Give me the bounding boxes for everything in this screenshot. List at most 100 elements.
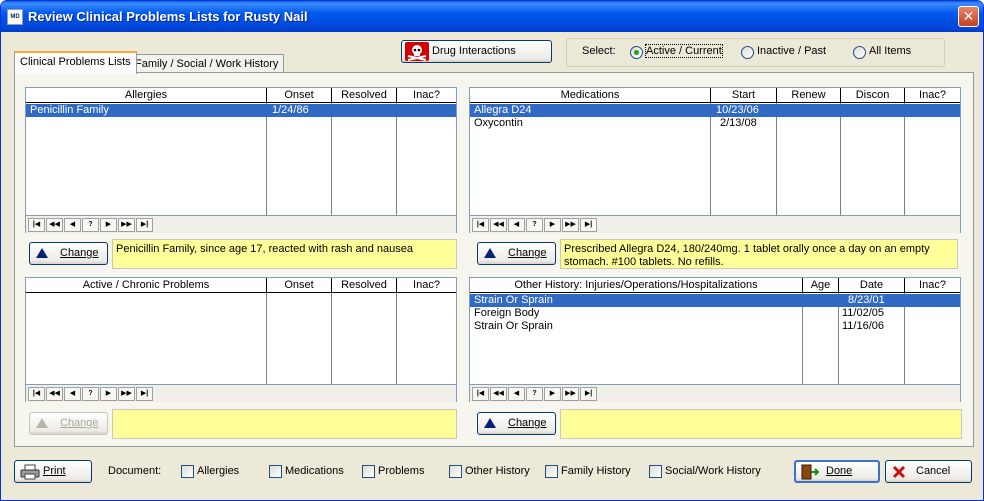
checkbox-problems-label[interactable]: Problems [378, 465, 424, 477]
first-record-icon[interactable]: |◀ [28, 387, 45, 401]
checkbox-family-history-label[interactable]: Family History [561, 465, 631, 477]
next-record-icon[interactable]: ▶ [100, 387, 117, 401]
prev-record-icon[interactable]: ◀ [64, 218, 81, 232]
column-header[interactable]: Inac? [905, 278, 960, 293]
column-header[interactable]: Allergies [26, 88, 267, 103]
table-row[interactable]: Foreign Body 11/02/05 [470, 307, 960, 320]
column-header[interactable]: Onset [267, 88, 332, 103]
change-label: Change [60, 247, 99, 259]
drug-interactions-button[interactable]: Drug Interactions [401, 40, 552, 63]
table-cell: Strain Or Sprain [474, 320, 553, 332]
table-row[interactable]: Oxycontin 2/13/08 [470, 117, 960, 130]
checkbox-medications[interactable] [269, 465, 282, 478]
last-record-icon[interactable]: ▶| [136, 387, 153, 401]
medications-change-button[interactable]: Change [477, 242, 556, 265]
history-grid[interactable]: Other History: Injuries/Operations/Hospi… [469, 277, 961, 402]
problems-header: Active / Chronic Problems Onset Resolved… [26, 278, 456, 293]
done-button[interactable]: Done [794, 460, 880, 483]
radio-active-current[interactable] [630, 46, 643, 59]
help-icon[interactable]: ? [82, 387, 99, 401]
table-row[interactable]: Allegra D24 10/23/06 [470, 104, 960, 117]
last-record-icon[interactable]: ▶| [580, 218, 597, 232]
radio-active-current-label[interactable]: Active / Current [645, 44, 723, 58]
column-header[interactable]: Age [803, 278, 839, 293]
checkbox-family-history[interactable] [545, 465, 558, 478]
column-header[interactable]: Medications [470, 88, 711, 103]
table-row[interactable]: Strain Or Sprain 8/23/01 [470, 294, 960, 307]
column-header[interactable]: Discon [841, 88, 905, 103]
next-page-icon[interactable]: ▶▶ [118, 218, 135, 232]
history-change-button[interactable]: Change [477, 412, 556, 435]
column-header[interactable]: Inac? [397, 88, 456, 103]
prev-page-icon[interactable]: ◀◀ [490, 218, 507, 232]
checkbox-allergies-label[interactable]: Allergies [197, 465, 239, 477]
prev-record-icon[interactable]: ◀ [508, 387, 525, 401]
allergies-grid[interactable]: Allergies Onset Resolved Inac? Penicilli… [25, 87, 457, 233]
document-label: Document: [108, 465, 162, 477]
checkbox-social-work-history-label[interactable]: Social/Work History [665, 465, 761, 477]
prev-page-icon[interactable]: ◀◀ [490, 387, 507, 401]
close-button[interactable]: ✕ [958, 6, 979, 27]
first-record-icon[interactable]: |◀ [28, 218, 45, 232]
column-header[interactable]: Inac? [905, 88, 960, 103]
medications-header: Medications Start Renew Discon Inac? [470, 88, 960, 103]
column-header[interactable]: Date [839, 278, 905, 293]
table-row[interactable]: Penicillin Family 1/24/86 [26, 104, 456, 117]
history-header: Other History: Injuries/Operations/Hospi… [470, 278, 960, 293]
allergies-note: Penicillin Family, since age 17, reacted… [112, 239, 457, 269]
checkbox-social-work-history[interactable] [649, 465, 662, 478]
next-record-icon[interactable]: ▶ [544, 387, 561, 401]
title-bar[interactable]: MD Review Clinical Problems Lists for Ru… [1, 1, 983, 32]
next-page-icon[interactable]: ▶▶ [562, 387, 579, 401]
help-icon[interactable]: ? [526, 218, 543, 232]
table-cell: 8/23/01 [848, 294, 885, 306]
checkbox-problems[interactable] [362, 465, 375, 478]
checkbox-other-history[interactable] [449, 465, 462, 478]
problems-grid[interactable]: Active / Chronic Problems Onset Resolved… [25, 277, 457, 402]
cancel-button[interactable]: Cancel [885, 460, 972, 483]
column-header[interactable]: Resolved [332, 278, 397, 293]
prev-page-icon[interactable]: ◀◀ [46, 218, 63, 232]
last-record-icon[interactable]: ▶| [136, 218, 153, 232]
prev-page-icon[interactable]: ◀◀ [46, 387, 63, 401]
next-page-icon[interactable]: ▶▶ [562, 218, 579, 232]
radio-all-items[interactable] [853, 46, 866, 59]
column-header[interactable]: Resolved [332, 88, 397, 103]
print-label: Print [43, 465, 66, 477]
help-icon[interactable]: ? [82, 218, 99, 232]
checkbox-medications-label[interactable]: Medications [285, 465, 344, 477]
radio-inactive-past[interactable] [741, 46, 754, 59]
tab-family-social-work[interactable]: Family / Social / Work History [129, 54, 285, 73]
prev-record-icon[interactable]: ◀ [64, 387, 81, 401]
radio-inactive-past-label[interactable]: Inactive / Past [757, 45, 826, 57]
last-record-icon[interactable]: ▶| [580, 387, 597, 401]
column-header[interactable]: Renew [777, 88, 841, 103]
medications-note: Prescribed Allegra D24, 180/240mg. 1 tab… [560, 239, 958, 269]
column-header[interactable]: Start [711, 88, 777, 103]
checkbox-other-history-label[interactable]: Other History [465, 465, 530, 477]
tab-clinical-problems[interactable]: Clinical Problems Lists [14, 51, 137, 74]
medications-grid[interactable]: Medications Start Renew Discon Inac? All… [469, 87, 961, 233]
next-record-icon[interactable]: ▶ [544, 218, 561, 232]
first-record-icon[interactable]: |◀ [472, 218, 489, 232]
triangle-up-icon [484, 418, 496, 428]
column-header[interactable]: Other History: Injuries/Operations/Hospi… [470, 278, 803, 293]
skull-icon [405, 42, 429, 61]
print-button[interactable]: Print [14, 460, 92, 483]
select-filter-group: Select: Active / Current Inactive / Past… [566, 38, 945, 67]
help-icon[interactable]: ? [526, 387, 543, 401]
triangle-up-icon [36, 418, 48, 428]
problems-change-button[interactable]: Change [29, 412, 108, 435]
allergies-change-button[interactable]: Change [29, 242, 108, 265]
radio-all-items-label[interactable]: All Items [869, 45, 911, 57]
table-row[interactable]: Strain Or Sprain 11/16/06 [470, 320, 960, 333]
next-record-icon[interactable]: ▶ [100, 218, 117, 232]
checkbox-allergies[interactable] [181, 465, 194, 478]
column-header[interactable]: Inac? [397, 278, 456, 293]
column-header[interactable]: Onset [267, 278, 332, 293]
allergies-header: Allergies Onset Resolved Inac? [26, 88, 456, 103]
column-header[interactable]: Active / Chronic Problems [26, 278, 267, 293]
first-record-icon[interactable]: |◀ [472, 387, 489, 401]
prev-record-icon[interactable]: ◀ [508, 218, 525, 232]
next-page-icon[interactable]: ▶▶ [118, 387, 135, 401]
